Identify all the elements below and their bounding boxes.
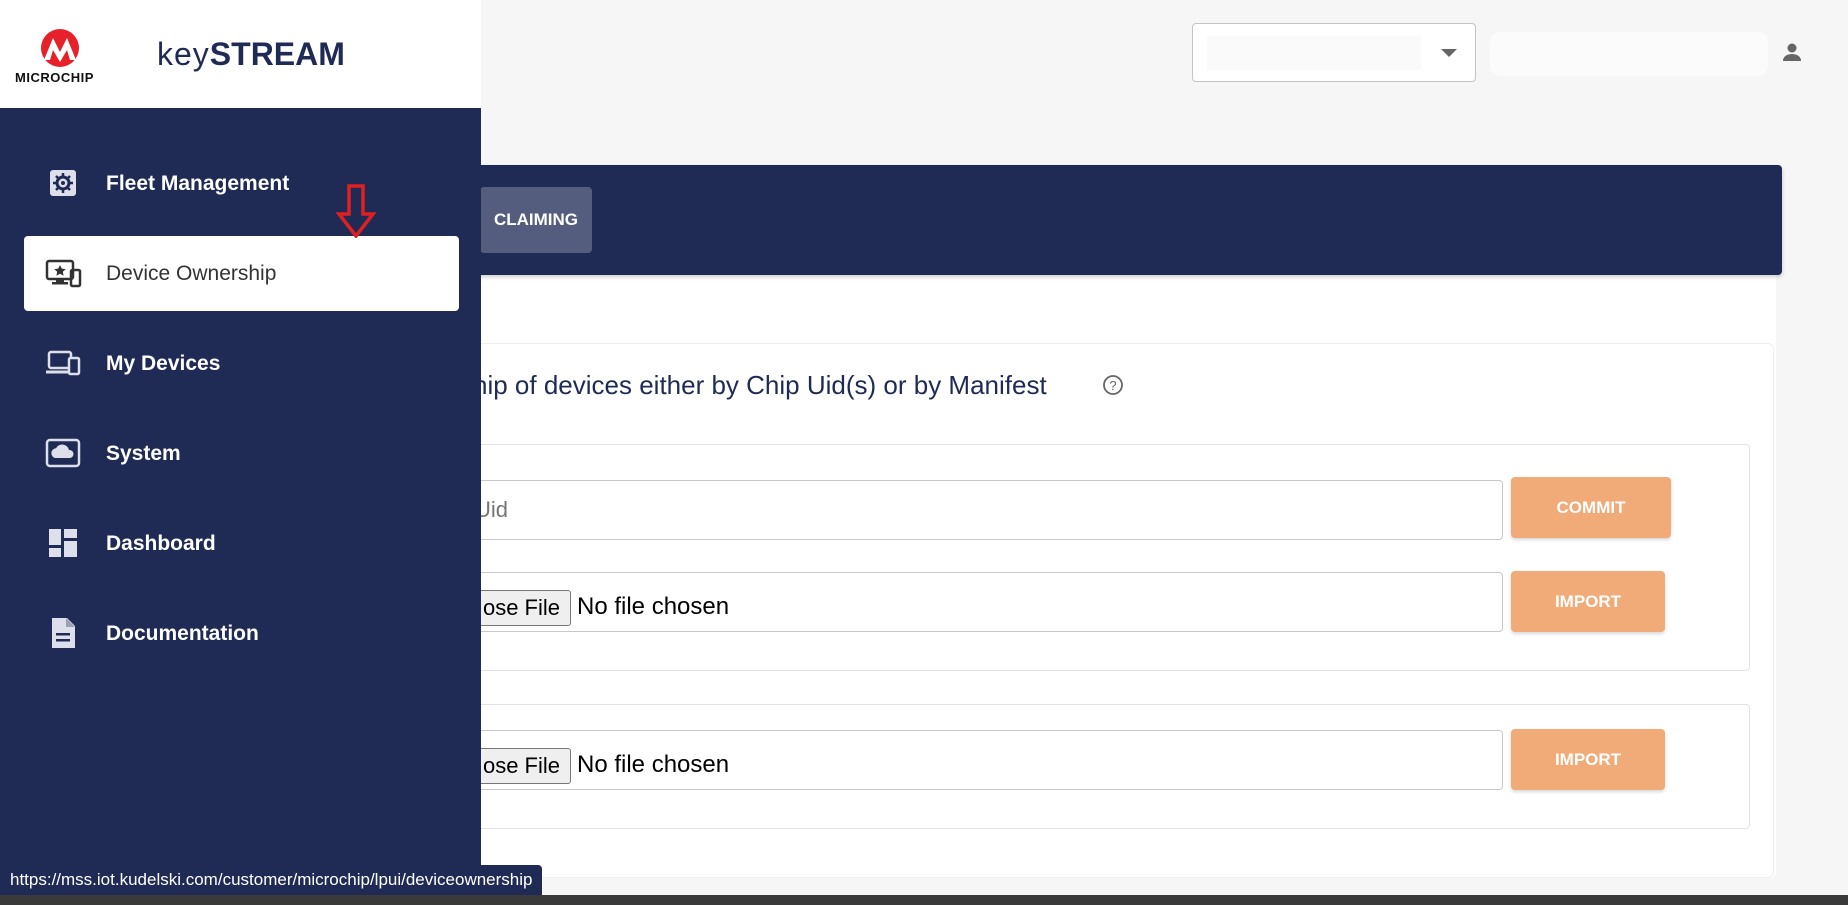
brand-header: MICROCHIP keySTREAM bbox=[0, 0, 481, 108]
sidebar-item-label: System bbox=[106, 441, 181, 465]
sidebar-item-my-devices[interactable]: My Devices bbox=[24, 326, 459, 401]
file-status: No file chosen bbox=[577, 593, 730, 620]
dashboard-icon bbox=[49, 529, 77, 557]
microchip-wordmark: MICROCHIP bbox=[15, 70, 94, 85]
brand-stream: STREAM bbox=[209, 36, 345, 72]
sidebar-item-dashboard[interactable]: Dashboard bbox=[24, 506, 459, 581]
file-input-manifest: ose File No file chosen bbox=[440, 730, 1503, 790]
device-star-icon bbox=[45, 259, 82, 288]
tab-bar bbox=[400, 165, 1782, 275]
brand-key: key bbox=[157, 36, 210, 72]
cloud-icon bbox=[45, 438, 81, 468]
red-down-arrow-annotation bbox=[336, 184, 376, 238]
sidebar-item-label: Fleet Management bbox=[106, 171, 290, 195]
sidebar-item-label: My Devices bbox=[106, 351, 221, 375]
import-button[interactable]: IMPORT bbox=[1511, 571, 1665, 632]
sidebar-item-documentation[interactable]: Documentation bbox=[24, 596, 459, 671]
file-status: No file chosen bbox=[577, 751, 730, 778]
user-name bbox=[1490, 32, 1768, 76]
devices-icon bbox=[46, 350, 81, 376]
sidebar-item-label: Dashboard bbox=[106, 531, 216, 555]
status-bar-url: https://mss.iot.kudelski.com/customer/mi… bbox=[0, 865, 543, 895]
window-bottom-edge bbox=[0, 895, 1848, 905]
sidebar-item-label: Device Ownership bbox=[106, 261, 277, 285]
document-icon bbox=[52, 618, 75, 648]
sidebar: MICROCHIP keySTREAM Fleet Management Dev… bbox=[0, 0, 481, 905]
chip-uid-input[interactable] bbox=[440, 480, 1503, 540]
sidebar-item-label: Documentation bbox=[106, 621, 259, 645]
help-circle-icon[interactable]: ? bbox=[1102, 374, 1124, 396]
organization-select[interactable] bbox=[1192, 23, 1476, 82]
person-icon[interactable] bbox=[1780, 40, 1804, 64]
sidebar-item-device-ownership[interactable]: Device Ownership bbox=[24, 236, 459, 311]
organization-select-value bbox=[1207, 36, 1421, 70]
sidebar-item-system[interactable]: System bbox=[24, 416, 459, 491]
microchip-logo-icon bbox=[41, 29, 79, 67]
svg-text:?: ? bbox=[1109, 378, 1116, 393]
commit-button[interactable]: COMMIT bbox=[1511, 477, 1671, 538]
sidebar-item-fleet-management[interactable]: Fleet Management bbox=[24, 146, 459, 221]
caret-down-icon bbox=[1441, 49, 1457, 57]
import-manifest-button[interactable]: IMPORT bbox=[1511, 729, 1665, 790]
file-input-uid-list: ose File No file chosen bbox=[440, 572, 1503, 632]
gear-icon bbox=[50, 170, 76, 196]
keystream-logo: keySTREAM bbox=[157, 36, 345, 73]
tab-claiming[interactable]: CLAIMING bbox=[480, 187, 592, 253]
section-title: ship of devices either by Chip Uid(s) or… bbox=[460, 370, 1047, 400]
